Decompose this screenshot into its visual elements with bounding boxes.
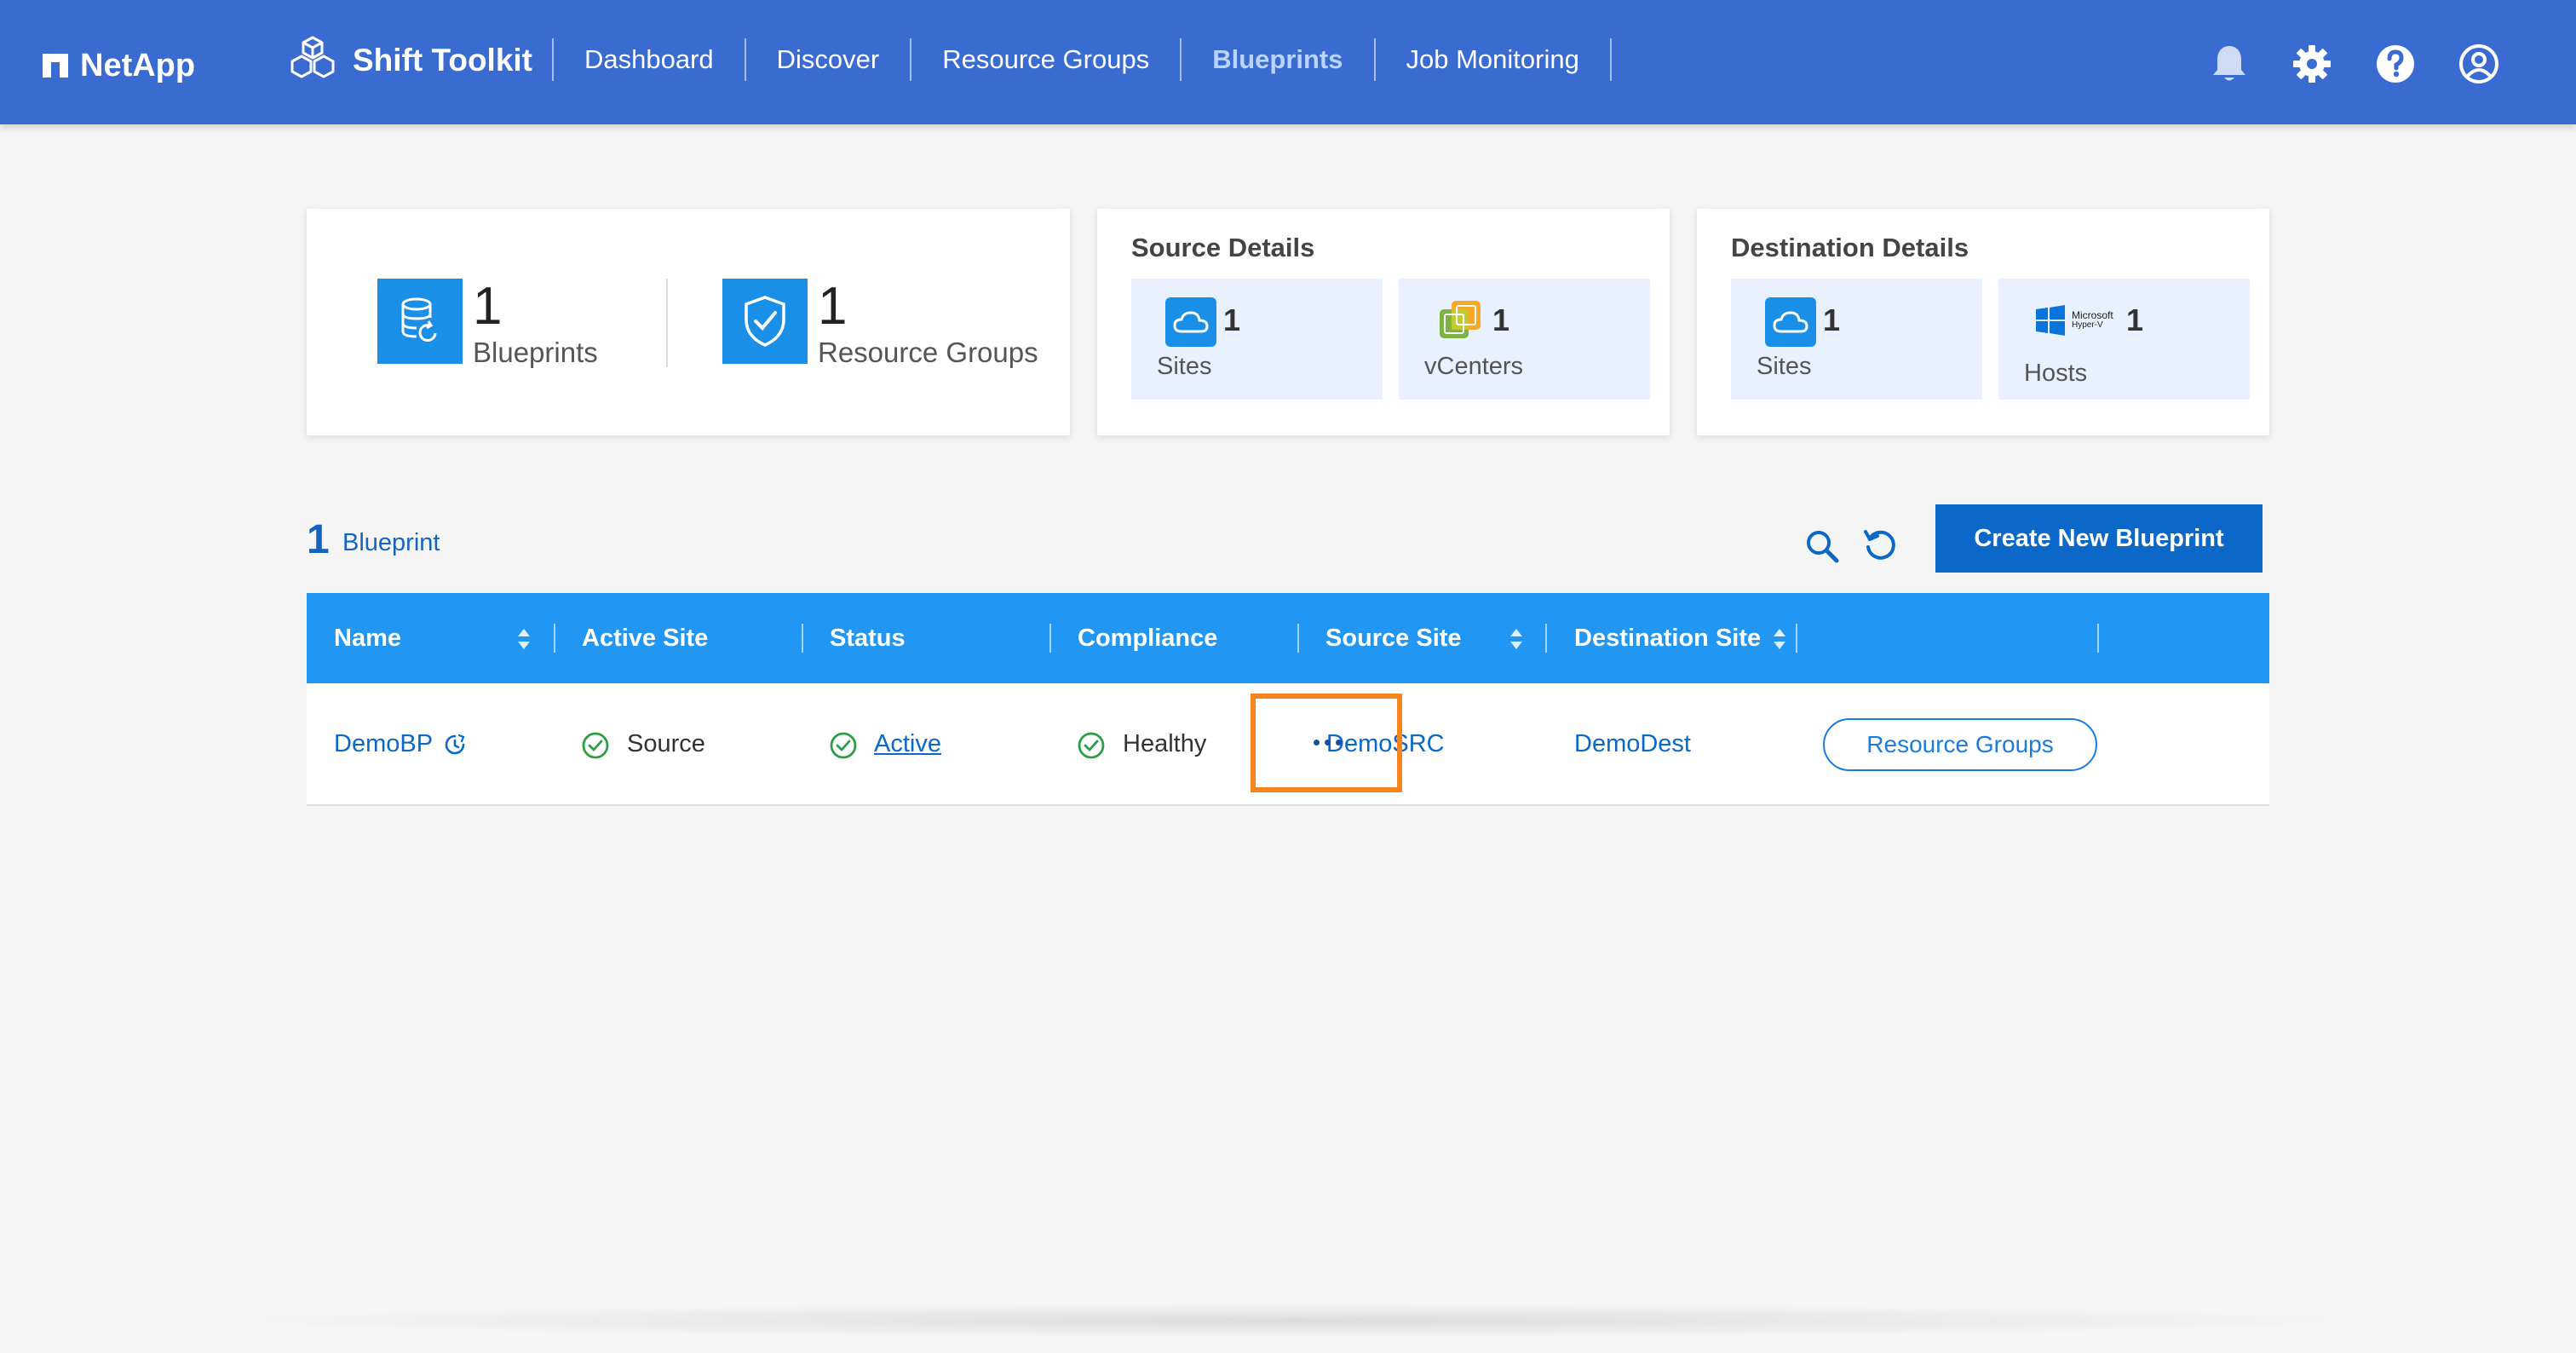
column-active-site[interactable]: Active Site [582, 593, 708, 683]
destination-sites-count: 1 [1823, 302, 1841, 337]
sort-icon[interactable] [1509, 627, 1524, 651]
resource-groups-label: Resource Groups [818, 337, 1038, 368]
blueprint-name-link[interactable]: DemoBP [334, 683, 433, 804]
blueprints-label: Blueprints [473, 337, 598, 368]
main-nav: Dashboard Discover Resource Groups Bluep… [552, 34, 1612, 85]
nav-discover[interactable]: Discover [744, 38, 911, 81]
nav-resource-groups[interactable]: Resource Groups [910, 38, 1180, 81]
column-name[interactable]: Name [334, 593, 401, 683]
column-separator [1796, 624, 1797, 653]
resource-groups-stat[interactable]: 1 Resource Groups [722, 279, 1038, 369]
top-navigation-bar: NetApp Shift Toolkit Dashboard Discover … [0, 0, 2576, 124]
divider [666, 279, 668, 367]
destination-sites-label: Sites [1757, 353, 1812, 380]
bell-icon[interactable] [2210, 43, 2249, 85]
search-icon[interactable] [1804, 528, 1840, 564]
source-details-card: Source Details 1 Sites 1 vCenters [1097, 209, 1670, 435]
source-sites-label: Sites [1157, 353, 1212, 380]
hyperv-logo-text: Microsoft Hyper-V [2072, 309, 2113, 330]
more-actions-icon[interactable] [1314, 740, 1342, 746]
resource-groups-button[interactable]: Resource Groups [1823, 718, 2097, 771]
blueprint-count: 1 [307, 517, 330, 562]
cubes-icon [290, 36, 335, 78]
create-new-blueprint-button[interactable]: Create New Blueprint [1935, 504, 2263, 573]
column-separator [802, 624, 803, 653]
column-status[interactable]: Status [830, 593, 906, 683]
destination-details-card: Destination Details 1 Sites Microsoft Hyp… [1697, 209, 2269, 435]
refresh-icon[interactable] [1862, 527, 1898, 562]
column-source-site[interactable]: Source Site [1325, 593, 1462, 683]
schedule-icon[interactable] [443, 733, 467, 757]
source-details-title: Source Details [1131, 233, 1315, 262]
blueprints-stat[interactable]: 1 Blueprints [377, 279, 598, 369]
app-title-text: Shift Toolkit [353, 43, 532, 78]
vmware-icon [1440, 301, 1481, 338]
brand-name: NetApp [80, 47, 196, 83]
page-shadow [204, 1304, 2385, 1338]
resource-groups-count: 1 [818, 277, 848, 336]
compliance-value: Healthy [1123, 730, 1207, 757]
cloud-icon [1765, 297, 1816, 347]
shield-check-icon [722, 279, 808, 364]
check-circle-icon [830, 732, 857, 759]
nav-job-monitoring[interactable]: Job Monitoring [1373, 38, 1612, 81]
hosts-label: Hosts [2024, 360, 2088, 387]
sort-icon[interactable] [516, 627, 532, 651]
more-actions-highlight [1251, 694, 1402, 792]
blueprints-count: 1 [473, 277, 503, 336]
source-sites-tile[interactable]: 1 Sites [1131, 279, 1383, 400]
summary-card: 1 Blueprints 1 Resource Groups [307, 209, 1070, 435]
blueprint-count-label: Blueprint [342, 529, 440, 556]
destination-site-link[interactable]: DemoDest [1574, 683, 1691, 804]
cloud-icon [1165, 297, 1216, 347]
user-icon[interactable] [2458, 43, 2499, 84]
vcenters-count: 1 [1492, 302, 1510, 337]
column-compliance[interactable]: Compliance [1078, 593, 1217, 683]
source-sites-count: 1 [1223, 302, 1241, 337]
check-circle-icon [1078, 732, 1105, 759]
destination-sites-tile[interactable]: 1 Sites [1731, 279, 1982, 400]
hosts-count: 1 [2126, 302, 2144, 337]
app-title[interactable]: Shift Toolkit [286, 31, 532, 90]
vcenters-tile[interactable]: 1 vCenters [1399, 279, 1650, 400]
database-refresh-icon [377, 279, 463, 364]
sort-icon[interactable] [1772, 627, 1787, 651]
column-separator [554, 624, 555, 653]
column-separator [1545, 624, 1547, 653]
active-site-value: Source [627, 730, 705, 757]
status-link[interactable]: Active [874, 683, 941, 804]
table-row[interactable]: DemoBP Source Active Healthy DemoSRC Dem… [307, 683, 2269, 806]
hosts-tile[interactable]: Microsoft Hyper-V 1 Hosts [1998, 279, 2250, 400]
column-destination-site[interactable]: Destination Site [1574, 593, 1761, 683]
column-separator [1049, 624, 1051, 653]
table-header: Name Active Site Status Compliance Sourc… [307, 593, 2269, 683]
netapp-logo[interactable]: NetApp [43, 44, 195, 87]
header-actions [2210, 43, 2499, 85]
hyperv-icon: Microsoft Hyper-V [2034, 304, 2116, 337]
nav-blueprints[interactable]: Blueprints [1180, 38, 1373, 81]
help-icon[interactable] [2375, 43, 2416, 84]
check-circle-icon [582, 732, 609, 759]
vcenters-label: vCenters [1424, 353, 1524, 380]
nav-dashboard[interactable]: Dashboard [552, 38, 745, 81]
column-separator [1297, 624, 1299, 653]
netapp-mark-icon [43, 54, 68, 78]
destination-details-title: Destination Details [1731, 233, 1969, 262]
column-separator [2097, 624, 2099, 653]
gear-icon[interactable] [2291, 43, 2332, 84]
